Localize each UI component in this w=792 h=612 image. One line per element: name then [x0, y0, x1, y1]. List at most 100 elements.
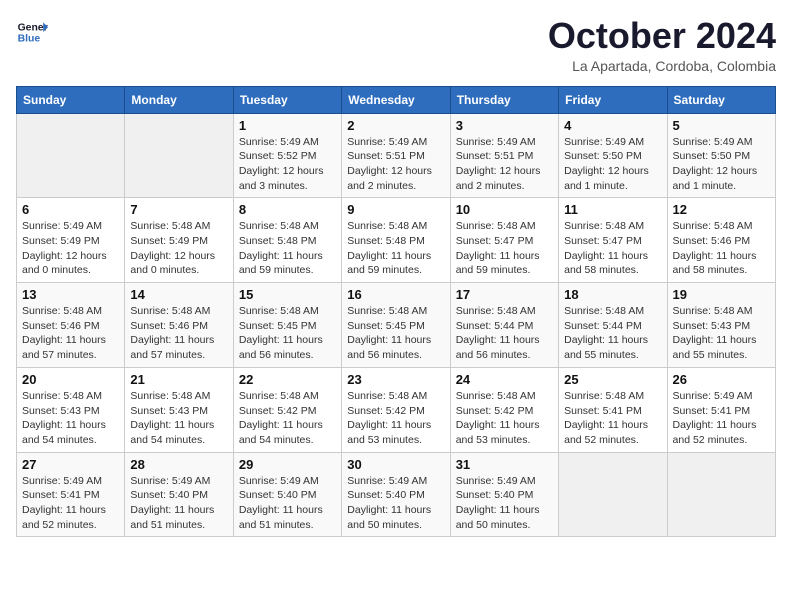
day-number: 14 [130, 287, 227, 302]
day-number: 23 [347, 372, 444, 387]
day-cell: 30 Sunrise: 5:49 AM Sunset: 5:40 PM Dayli… [342, 452, 450, 537]
day-number: 22 [239, 372, 336, 387]
day-cell: 18Sunrise: 5:48 AM Sunset: 5:44 PM Dayli… [559, 283, 667, 368]
day-number: 11 [564, 202, 661, 217]
day-detail: Sunrise: 5:49 AM Sunset: 5:51 PM Dayligh… [347, 135, 444, 194]
day-cell: 27Sunrise: 5:49 AM Sunset: 5:41 PM Dayli… [17, 452, 125, 537]
day-detail: Sunrise: 5:48 AM Sunset: 5:48 PM Dayligh… [239, 219, 336, 278]
logo-icon: General Blue [16, 16, 48, 48]
day-cell: 16Sunrise: 5:48 AM Sunset: 5:45 PM Dayli… [342, 283, 450, 368]
day-cell: 20 Sunrise: 5:48 AM Sunset: 5:43 PM Dayli… [17, 367, 125, 452]
day-cell: 24Sunrise: 5:48 AM Sunset: 5:42 PM Dayli… [450, 367, 558, 452]
day-number: 31 [456, 457, 553, 472]
day-detail: Sunrise: 5:48 AM Sunset: 5:43 PM Dayligh… [22, 389, 119, 448]
day-cell [17, 113, 125, 198]
day-cell: 17 Sunrise: 5:48 AM Sunset: 5:44 PM Dayli… [450, 283, 558, 368]
day-detail: Sunrise: 5:49 AM Sunset: 5:52 PM Dayligh… [239, 135, 336, 194]
day-cell: 19 Sunrise: 5:48 AM Sunset: 5:43 PM Dayli… [667, 283, 775, 368]
day-detail: Sunrise: 5:48 AM Sunset: 5:47 PM Dayligh… [564, 219, 661, 278]
day-number: 28 [130, 457, 227, 472]
day-cell [125, 113, 233, 198]
day-cell: 13 Sunrise: 5:48 AM Sunset: 5:46 PM Dayli… [17, 283, 125, 368]
day-number: 12 [673, 202, 770, 217]
day-cell: 25Sunrise: 5:48 AM Sunset: 5:41 PM Dayli… [559, 367, 667, 452]
day-cell: 1 Sunrise: 5:49 AM Sunset: 5:52 PM Daylig… [233, 113, 341, 198]
day-cell: 28 Sunrise: 5:49 AM Sunset: 5:40 PM Dayli… [125, 452, 233, 537]
title-block: October 2024 La Apartada, Cordoba, Colom… [548, 16, 776, 74]
col-header-sunday: Sunday [17, 86, 125, 113]
day-number: 13 [22, 287, 119, 302]
day-detail: Sunrise: 5:48 AM Sunset: 5:44 PM Dayligh… [564, 304, 661, 363]
day-detail: Sunrise: 5:48 AM Sunset: 5:46 PM Dayligh… [22, 304, 119, 363]
week-row-2: 6Sunrise: 5:49 AM Sunset: 5:49 PM Daylig… [17, 198, 776, 283]
day-detail: Sunrise: 5:48 AM Sunset: 5:42 PM Dayligh… [347, 389, 444, 448]
day-number: 26 [673, 372, 770, 387]
day-cell: 3 Sunrise: 5:49 AM Sunset: 5:51 PM Daylig… [450, 113, 558, 198]
day-cell: 22 Sunrise: 5:48 AM Sunset: 5:42 PM Dayli… [233, 367, 341, 452]
day-detail: Sunrise: 5:49 AM Sunset: 5:41 PM Dayligh… [673, 389, 770, 448]
day-detail: Sunrise: 5:48 AM Sunset: 5:45 PM Dayligh… [347, 304, 444, 363]
day-cell [667, 452, 775, 537]
col-header-saturday: Saturday [667, 86, 775, 113]
day-cell: 11 Sunrise: 5:48 AM Sunset: 5:47 PM Dayli… [559, 198, 667, 283]
svg-text:Blue: Blue [18, 34, 41, 45]
day-number: 19 [673, 287, 770, 302]
day-detail: Sunrise: 5:48 AM Sunset: 5:46 PM Dayligh… [673, 219, 770, 278]
location: La Apartada, Cordoba, Colombia [548, 58, 776, 74]
day-number: 30 [347, 457, 444, 472]
page-header: General Blue October 2024 La Apartada, C… [16, 16, 776, 74]
day-cell: 6Sunrise: 5:49 AM Sunset: 5:49 PM Daylig… [17, 198, 125, 283]
day-number: 20 [22, 372, 119, 387]
col-header-tuesday: Tuesday [233, 86, 341, 113]
day-number: 3 [456, 118, 553, 133]
day-number: 9 [347, 202, 444, 217]
day-detail: Sunrise: 5:48 AM Sunset: 5:49 PM Dayligh… [130, 219, 227, 278]
day-cell: 15 Sunrise: 5:48 AM Sunset: 5:45 PM Dayli… [233, 283, 341, 368]
day-number: 4 [564, 118, 661, 133]
day-detail: Sunrise: 5:48 AM Sunset: 5:47 PM Dayligh… [456, 219, 553, 278]
day-number: 1 [239, 118, 336, 133]
day-number: 27 [22, 457, 119, 472]
day-detail: Sunrise: 5:48 AM Sunset: 5:42 PM Dayligh… [456, 389, 553, 448]
calendar-table: SundayMondayTuesdayWednesdayThursdayFrid… [16, 86, 776, 538]
col-header-monday: Monday [125, 86, 233, 113]
logo: General Blue [16, 16, 48, 48]
day-cell: 31 Sunrise: 5:49 AM Sunset: 5:40 PM Dayli… [450, 452, 558, 537]
day-detail: Sunrise: 5:48 AM Sunset: 5:43 PM Dayligh… [130, 389, 227, 448]
day-number: 21 [130, 372, 227, 387]
day-cell: 23 Sunrise: 5:48 AM Sunset: 5:42 PM Dayli… [342, 367, 450, 452]
week-row-5: 27Sunrise: 5:49 AM Sunset: 5:41 PM Dayli… [17, 452, 776, 537]
day-cell: 4Sunrise: 5:49 AM Sunset: 5:50 PM Daylig… [559, 113, 667, 198]
day-cell: 10 Sunrise: 5:48 AM Sunset: 5:47 PM Dayli… [450, 198, 558, 283]
day-detail: Sunrise: 5:48 AM Sunset: 5:41 PM Dayligh… [564, 389, 661, 448]
day-detail: Sunrise: 5:48 AM Sunset: 5:48 PM Dayligh… [347, 219, 444, 278]
day-number: 15 [239, 287, 336, 302]
day-detail: Sunrise: 5:49 AM Sunset: 5:40 PM Dayligh… [456, 474, 553, 533]
day-detail: Sunrise: 5:49 AM Sunset: 5:51 PM Dayligh… [456, 135, 553, 194]
day-detail: Sunrise: 5:49 AM Sunset: 5:40 PM Dayligh… [347, 474, 444, 533]
month-title: October 2024 [548, 16, 776, 56]
day-number: 17 [456, 287, 553, 302]
day-number: 10 [456, 202, 553, 217]
day-number: 29 [239, 457, 336, 472]
day-detail: Sunrise: 5:48 AM Sunset: 5:45 PM Dayligh… [239, 304, 336, 363]
day-number: 8 [239, 202, 336, 217]
day-cell: 5Sunrise: 5:49 AM Sunset: 5:50 PM Daylig… [667, 113, 775, 198]
week-row-4: 20 Sunrise: 5:48 AM Sunset: 5:43 PM Dayli… [17, 367, 776, 452]
day-cell [559, 452, 667, 537]
day-detail: Sunrise: 5:49 AM Sunset: 5:40 PM Dayligh… [239, 474, 336, 533]
col-header-thursday: Thursday [450, 86, 558, 113]
col-header-friday: Friday [559, 86, 667, 113]
day-detail: Sunrise: 5:49 AM Sunset: 5:50 PM Dayligh… [673, 135, 770, 194]
day-detail: Sunrise: 5:48 AM Sunset: 5:43 PM Dayligh… [673, 304, 770, 363]
day-detail: Sunrise: 5:48 AM Sunset: 5:46 PM Dayligh… [130, 304, 227, 363]
day-detail: Sunrise: 5:48 AM Sunset: 5:44 PM Dayligh… [456, 304, 553, 363]
day-detail: Sunrise: 5:48 AM Sunset: 5:42 PM Dayligh… [239, 389, 336, 448]
day-cell: 21 Sunrise: 5:48 AM Sunset: 5:43 PM Dayli… [125, 367, 233, 452]
day-cell: 8 Sunrise: 5:48 AM Sunset: 5:48 PM Daylig… [233, 198, 341, 283]
day-cell: 29 Sunrise: 5:49 AM Sunset: 5:40 PM Dayli… [233, 452, 341, 537]
day-detail: Sunrise: 5:49 AM Sunset: 5:49 PM Dayligh… [22, 219, 119, 278]
day-cell: 9 Sunrise: 5:48 AM Sunset: 5:48 PM Daylig… [342, 198, 450, 283]
col-header-wednesday: Wednesday [342, 86, 450, 113]
day-detail: Sunrise: 5:49 AM Sunset: 5:40 PM Dayligh… [130, 474, 227, 533]
